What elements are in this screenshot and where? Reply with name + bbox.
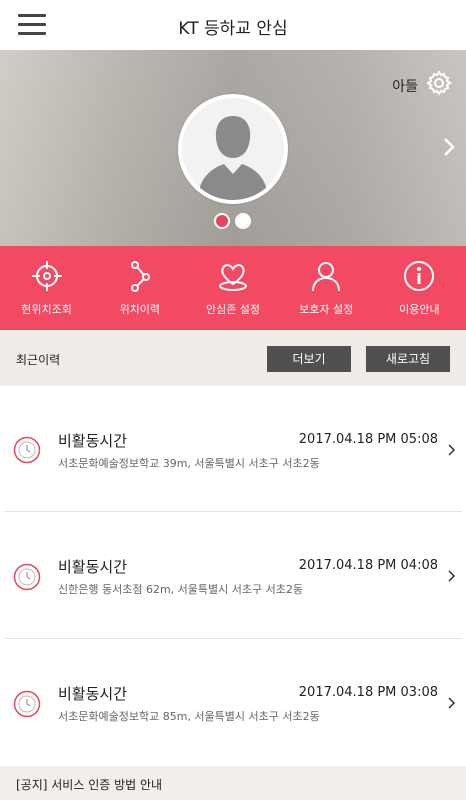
page-title: KT 등하교 안심 — [178, 19, 288, 39]
divider — [4, 511, 462, 512]
page-dot[interactable] — [235, 213, 251, 229]
recent-history-bar: 최근이력 더보기 새로고침 — [0, 330, 466, 386]
more-button[interactable]: 더보기 — [267, 346, 351, 372]
app-header: KT 등하교 안심 — [0, 0, 466, 50]
event-type: 비활동시간 — [58, 432, 128, 450]
menu-label: 위치이력 — [119, 303, 161, 316]
avatar[interactable] — [178, 94, 288, 204]
refresh-button[interactable]: 새로고침 — [366, 346, 450, 372]
profile-banner[interactable]: 아들 — [0, 50, 466, 246]
notice-text: [공지] 서비스 인증 방법 안내 — [16, 778, 163, 792]
quick-menu: 현위치조회 위치이력 안심존 설정 보호자 설정 이용안내 — [0, 246, 466, 330]
list-item[interactable]: 비활동시간 2017.04.18 PM 05:08 서초문화예술정보학교 39m… — [0, 386, 466, 512]
menu-location-history[interactable]: 위치이력 — [93, 246, 186, 330]
recent-history-title: 최근이력 — [16, 353, 61, 367]
event-location: 신한은행 동서초점 62m, 서울특별시 서초구 서초2동 — [58, 583, 303, 596]
menu-current-location[interactable]: 현위치조회 — [0, 246, 93, 330]
menu-label: 현위치조회 — [21, 303, 72, 316]
page-indicator — [214, 213, 251, 229]
menu-label: 보호자 설정 — [299, 303, 354, 316]
info-icon — [404, 261, 435, 291]
list-item[interactable]: 비활동시간 2017.04.18 PM 03:08 서초문화예술정보학교 85m… — [0, 640, 466, 766]
history-list: 비활동시간 2017.04.18 PM 05:08 서초문화예술정보학교 39m… — [0, 386, 466, 766]
person-silhouette-icon — [198, 116, 268, 200]
menu-guardian-settings[interactable]: 보호자 설정 — [280, 246, 373, 330]
menu-usage-guide[interactable]: 이용안내 — [373, 246, 466, 330]
clock-icon — [13, 563, 41, 591]
chevron-right-icon — [448, 570, 456, 582]
event-time: 2017.04.18 PM 05:08 — [298, 432, 438, 447]
clock-icon — [13, 690, 41, 718]
divider — [4, 638, 462, 639]
event-time: 2017.04.18 PM 04:08 — [298, 558, 438, 573]
menu-safe-zone[interactable]: 안심존 설정 — [186, 246, 279, 330]
event-time: 2017.04.18 PM 03:08 — [298, 685, 438, 700]
menu-label: 이용안내 — [399, 303, 440, 316]
gear-icon[interactable] — [426, 70, 452, 96]
event-type: 비활동시간 — [58, 685, 128, 703]
person-icon — [312, 262, 341, 292]
route-nodes-icon — [130, 261, 150, 292]
page-dot-active[interactable] — [214, 213, 230, 229]
event-location: 서초문화예술정보학교 85m, 서울특별시 서초구 서초2동 — [58, 710, 320, 723]
clock-icon — [13, 436, 41, 464]
list-item[interactable]: 비활동시간 2017.04.18 PM 04:08 신한은행 동서초점 62m,… — [0, 513, 466, 639]
event-location: 서초문화예술정보학교 39m, 서울특별시 서초구 서초2동 — [58, 457, 320, 470]
chevron-right-icon — [448, 697, 456, 709]
event-type: 비활동시간 — [58, 558, 128, 576]
chevron-right-icon — [448, 444, 456, 456]
notice-bar[interactable]: [공지] 서비스 인증 방법 안내 — [0, 766, 466, 800]
heart-zone-icon — [219, 264, 247, 291]
crosshair-icon — [31, 261, 62, 291]
child-name: 아들 — [392, 79, 418, 95]
menu-label: 안심존 설정 — [205, 303, 261, 316]
chevron-right-icon[interactable] — [442, 136, 456, 162]
